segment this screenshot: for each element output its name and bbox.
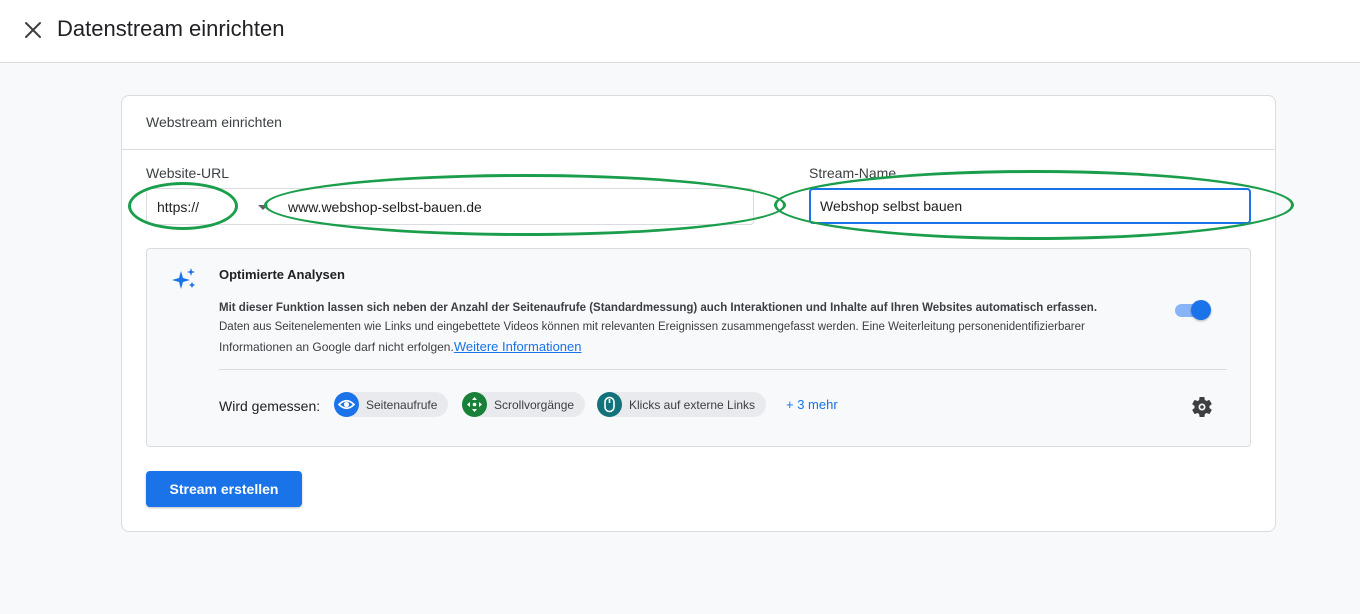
analysis-description-cont: Informationen an Google darf nicht erfol… xyxy=(219,339,582,354)
top-bar: Datenstream einrichten xyxy=(0,0,1360,63)
stream-name-input[interactable] xyxy=(809,188,1251,224)
card-title: Webstream einrichten xyxy=(146,114,282,130)
learn-more-link[interactable]: Weitere Informationen xyxy=(454,339,582,354)
sparkle-icon xyxy=(171,266,197,292)
enhanced-measurement-panel: Optimierte Analysen Mit dieser Funktion … xyxy=(146,248,1251,447)
measured-label: Wird gemessen: xyxy=(219,398,321,414)
protocol-value: https:// xyxy=(157,199,200,215)
webstream-card: Webstream einrichten Website-URL Stream-… xyxy=(121,95,1294,532)
website-url-input[interactable] xyxy=(278,188,754,225)
analysis-description-bold: Mit dieser Funktion lassen sich neben de… xyxy=(219,302,1098,314)
chip-scrolls[interactable]: Scrollvorgänge xyxy=(462,392,586,417)
stream-name-label: Stream-Name xyxy=(809,165,897,181)
page-title: Datenstream einrichten xyxy=(57,16,285,41)
eye-icon xyxy=(334,392,359,417)
chip-label: Scrollvorgänge xyxy=(494,397,575,412)
website-url-label: Website-URL xyxy=(146,165,229,181)
divider xyxy=(219,369,1227,370)
analysis-title: Optimierte Analysen xyxy=(219,267,345,282)
chip-outbound-clicks[interactable]: Klicks auf externe Links xyxy=(597,392,767,417)
scroll-arrows-icon xyxy=(462,392,487,417)
chip-page-views[interactable]: Seitenaufrufe xyxy=(334,392,449,417)
mouse-icon xyxy=(597,392,622,417)
card-header: Webstream einrichten xyxy=(122,96,1275,150)
analysis-description: Daten aus Seitenelementen wie Links und … xyxy=(219,321,1085,333)
close-icon[interactable] xyxy=(22,19,44,41)
enhanced-measurement-toggle[interactable] xyxy=(1173,300,1211,320)
gear-icon[interactable] xyxy=(1190,395,1214,419)
analysis-description-end: Informationen an Google darf nicht erfol… xyxy=(219,340,454,354)
create-stream-button[interactable]: Stream erstellen xyxy=(146,471,302,507)
chip-label: Klicks auf externe Links xyxy=(629,397,756,412)
toggle-thumb xyxy=(1191,300,1211,320)
chip-label: Seitenaufrufe xyxy=(366,397,438,412)
protocol-select[interactable]: https:// xyxy=(146,188,279,225)
more-events-link[interactable]: + 3 mehr xyxy=(786,397,838,412)
dropdown-arrow-icon xyxy=(258,205,268,210)
